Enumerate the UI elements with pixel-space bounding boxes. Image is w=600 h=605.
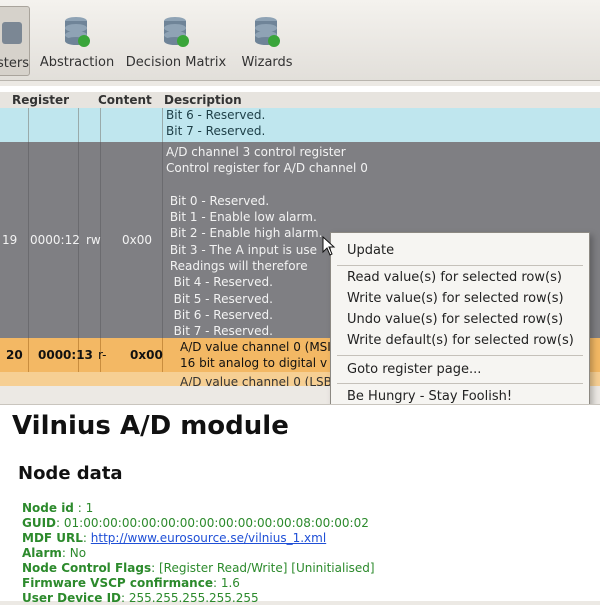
- node-id-field: Node id : 1: [22, 501, 93, 515]
- node-control-flags-field: Node Control Flags: [Register Read/Write…: [22, 561, 375, 575]
- database-icon: [65, 17, 90, 47]
- mdf-url-label: MDF URL: [22, 531, 83, 545]
- toolbar-registers-button[interactable]: sters: [0, 6, 30, 76]
- database-icon: [164, 17, 189, 47]
- table-row[interactable]: Bit 6 - Reserved. Bit 7 - Reserved.: [0, 108, 600, 142]
- module-title: Vilnius A/D module: [12, 411, 289, 441]
- toolbar-abstraction-label: Abstraction: [39, 55, 115, 70]
- firmware-label: Firmware VSCP confirmance: [22, 576, 213, 590]
- menu-item-goto-register-page[interactable]: Goto register page...: [347, 362, 481, 377]
- context-menu: Update Read value(s) for selected row(s)…: [330, 232, 590, 410]
- row-content[interactable]: 0x00: [130, 347, 163, 363]
- user-device-id-label: User Device ID: [22, 591, 122, 605]
- menu-item-update[interactable]: Update: [347, 243, 394, 258]
- column-header-register[interactable]: Register: [12, 93, 69, 107]
- user-device-id-field: User Device ID: 255.255.255.255.255: [22, 591, 259, 605]
- node-control-flags-value: : [Register Read/Write] [Uninitialised]: [151, 561, 375, 575]
- guid-label: GUID: [22, 516, 57, 530]
- toolbar-decision-matrix-button[interactable]: Decision Matrix: [124, 6, 228, 74]
- user-device-id-value: : 255.255.255.255.255: [121, 591, 259, 605]
- menu-item-undo-values[interactable]: Undo value(s) for selected row(s): [347, 312, 563, 327]
- row-access: rw: [86, 233, 101, 247]
- mdf-url-field: MDF URL: http://www.eurosource.se/vilniu…: [22, 531, 326, 545]
- section-heading: Node data: [18, 463, 123, 484]
- row-index: 20: [6, 348, 23, 362]
- toolbar-abstraction-button[interactable]: Abstraction: [38, 6, 116, 74]
- node-id-value: : 1: [73, 501, 94, 515]
- alarm-value: : No: [61, 546, 87, 560]
- firmware-field: Firmware VSCP confirmance: 1.6: [22, 576, 240, 590]
- guid-value: : 01:00:00:00:00:00:00:00:00:00:00:00:08…: [56, 516, 369, 530]
- row-register: 0000:12: [30, 233, 80, 247]
- toolbar-wizards-label: Wizards: [241, 55, 293, 70]
- menu-separator: [337, 265, 583, 266]
- mouse-pointer-icon: [322, 236, 336, 256]
- menu-item-about[interactable]: Be Hungry - Stay Foolish!: [347, 389, 512, 404]
- database-icon: [255, 17, 280, 47]
- column-header-content[interactable]: Content: [98, 93, 152, 107]
- row-description: Bit 6 - Reserved. Bit 7 - Reserved.: [166, 108, 266, 139]
- row-register: 0000:13: [38, 348, 93, 362]
- row-description: A/D value channel 0 (MSI 16 bit analog t…: [180, 340, 331, 371]
- node-control-flags-label: Node Control Flags: [22, 561, 152, 575]
- row-description: A/D value channel 0 (LSB: [180, 375, 332, 386]
- menu-item-write-defaults[interactable]: Write default(s) for selected row(s): [347, 333, 574, 348]
- toolbar-decision-matrix-label: Decision Matrix: [125, 55, 227, 70]
- menu-separator: [337, 383, 583, 384]
- menu-item-read-values[interactable]: Read value(s) for selected row(s): [347, 270, 562, 285]
- row-content[interactable]: 0x00: [122, 232, 152, 248]
- menu-separator: [337, 355, 583, 356]
- toolbar: sters Abstraction Decision Matrix Wizard…: [0, 0, 600, 81]
- toolbar-registers-label: sters: [0, 56, 29, 71]
- menu-item-write-values[interactable]: Write value(s) for selected row(s): [347, 291, 564, 306]
- firmware-value: : 1.6: [212, 576, 240, 590]
- mdf-url-link[interactable]: http://www.eurosource.se/vilnius_1.xml: [91, 531, 326, 545]
- grid-header: Register Content Description: [0, 92, 600, 109]
- row-access: r-: [98, 348, 107, 362]
- toolbar-wizards-button[interactable]: Wizards: [236, 6, 298, 74]
- guid-field: GUID: 01:00:00:00:00:00:00:00:00:00:00:0…: [22, 516, 369, 530]
- alarm-field: Alarm: No: [22, 546, 86, 560]
- node-info-panel: Vilnius A/D module Node data Node id : 1…: [0, 404, 600, 605]
- node-id-label: Node id: [22, 501, 74, 515]
- registers-icon: [2, 22, 22, 44]
- row-index: 19: [2, 233, 18, 247]
- alarm-label: Alarm: [22, 546, 62, 560]
- column-header-description[interactable]: Description: [164, 93, 242, 107]
- mdf-url-separator: :: [82, 531, 91, 545]
